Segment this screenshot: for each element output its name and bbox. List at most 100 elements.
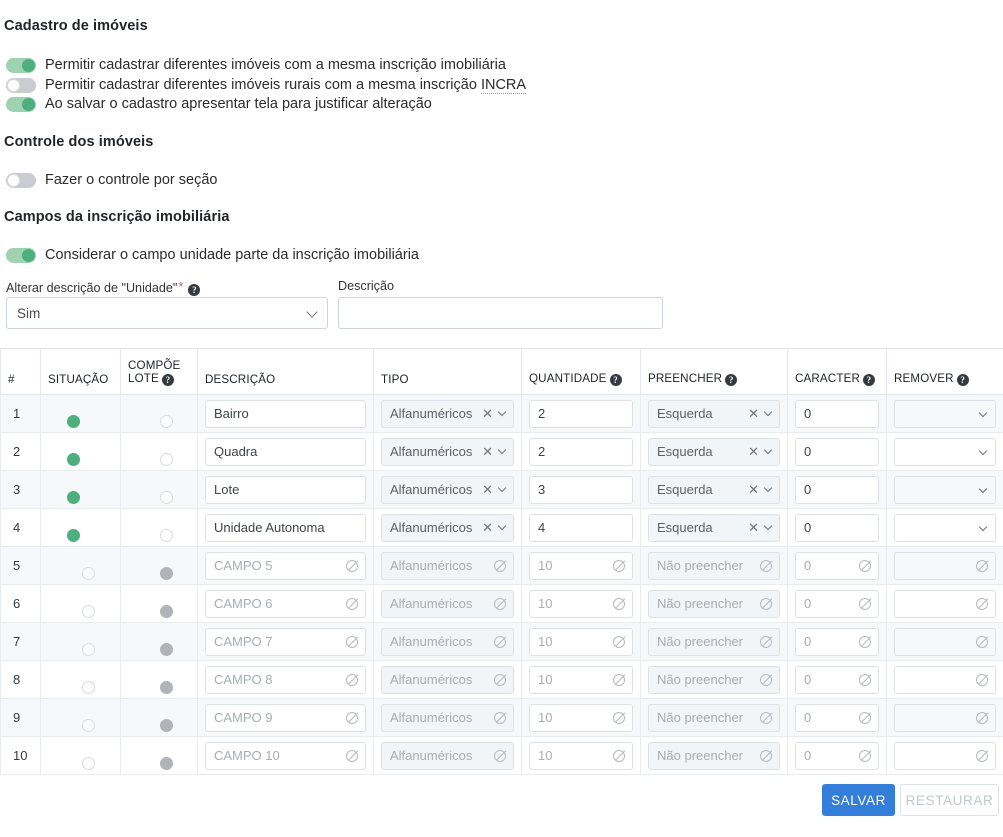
select-tipo-value-row-8: Alfanuméricos	[390, 672, 473, 687]
input-caracter-value-row-2: 0	[804, 444, 812, 459]
help-circle-icon-alterar-descricao[interactable]: ?	[188, 284, 201, 296]
input-descricao-row-1[interactable]: Bairro	[205, 399, 366, 428]
input-caracter-row-2[interactable]: 0	[795, 437, 879, 466]
clear-x-icon-preencher-row-2[interactable]: ✕	[748, 445, 759, 458]
select-tipo-row-3[interactable]: Alfanuméricos ✕	[381, 475, 514, 504]
select-preencher-value-row-7: Não preencher	[657, 634, 743, 649]
toggle-row-mesma-inscricao-imobiliaria[interactable]: Permitir cadastrar diferentes imóveis co…	[6, 57, 506, 73]
input-caracter-row-3[interactable]: 0	[795, 475, 879, 504]
table-row: 6 CAMPO 6 Alfanuméricos 10 Não preencher 0	[0, 584, 1003, 623]
select-preencher-row-1[interactable]: Esquerda ✕	[648, 399, 780, 428]
input-quantidade-row-4[interactable]: 4	[529, 513, 633, 542]
row-number: 2	[13, 444, 21, 459]
select-preencher-row-4[interactable]: Esquerda ✕	[648, 513, 780, 542]
help-circle-icon-preencher[interactable]: ?	[725, 374, 738, 386]
chevron-down-icon-tipo-row-3[interactable]	[497, 483, 507, 493]
not-allowed-icon	[613, 597, 625, 610]
clear-x-icon-tipo-row-2[interactable]: ✕	[482, 445, 493, 458]
select-tipo-row-2[interactable]: Alfanuméricos ✕	[381, 437, 514, 466]
input-quantidade-row-7: 10	[529, 627, 633, 656]
cell-caracter: 0	[787, 660, 887, 699]
th-remover: REMOVER?	[886, 348, 1003, 395]
chevron-down-icon-preencher-row-3[interactable]	[763, 483, 773, 493]
cell-compoe-lote	[120, 660, 198, 699]
th-quantidade: QUANTIDADE?	[521, 348, 641, 395]
cell-situacao	[40, 470, 121, 509]
cell-situacao	[40, 546, 121, 585]
select-remover-row-1[interactable]	[894, 399, 996, 428]
toggle-switch-justificar-alteracao[interactable]	[6, 96, 36, 112]
toggle-row-mesma-inscricao-incra[interactable]: Permitir cadastrar diferentes imóveis ru…	[6, 77, 527, 94]
form-actions: SALVAR RESTAURAR	[0, 784, 1003, 824]
help-circle-icon-caracter[interactable]: ?	[862, 374, 875, 386]
input-quantidade-value-row-4: 4	[538, 520, 546, 535]
chevron-down-icon-preencher-row-2[interactable]	[763, 445, 773, 455]
select-alterar-descricao[interactable]: Sim	[6, 297, 328, 329]
input-caracter-value-row-7: 0	[804, 634, 812, 649]
toggle-switch-controle-por-secao[interactable]	[6, 172, 36, 188]
toggle-switch-mesma-inscricao-imobiliaria[interactable]	[6, 57, 36, 73]
select-preencher-row-7: Não preencher	[648, 627, 780, 656]
chevron-down-icon-remover-row-1[interactable]	[978, 408, 988, 417]
not-allowed-icon	[613, 635, 625, 648]
select-remover-row-2[interactable]	[894, 437, 996, 466]
select-remover-row-7	[894, 627, 996, 656]
clear-x-icon-tipo-row-4[interactable]: ✕	[482, 521, 493, 534]
chevron-down-icon-tipo-row-4[interactable]	[497, 521, 507, 531]
cell-caracter: 0	[787, 394, 887, 433]
cell-compoe-lote	[120, 622, 198, 661]
table-row: 9 CAMPO 9 Alfanuméricos 10 Não preencher 0	[0, 698, 1003, 737]
cell-numero: 9	[0, 698, 41, 737]
input-quantidade-row-2[interactable]: 2	[529, 437, 633, 466]
input-descricao-row-3[interactable]: Lote	[205, 475, 366, 504]
input-caracter-value-row-4: 0	[804, 520, 812, 535]
clear-x-icon-tipo-row-1[interactable]: ✕	[482, 407, 493, 420]
chevron-down-icon-remover-row-2[interactable]	[978, 446, 988, 455]
chevron-down-icon-tipo-row-2[interactable]	[497, 445, 507, 455]
select-tipo-row-4[interactable]: Alfanuméricos ✕	[381, 513, 514, 542]
input-descricao-value-row-8: CAMPO 8	[214, 672, 273, 687]
select-preencher-row-8: Não preencher	[648, 665, 780, 694]
input-descricao-row-2[interactable]: Quadra	[205, 437, 366, 466]
th-tipo-label: TIPO	[381, 373, 409, 386]
clear-x-icon-tipo-row-3[interactable]: ✕	[482, 483, 493, 496]
save-button[interactable]: SALVAR	[822, 784, 895, 816]
not-allowed-icon	[976, 635, 988, 648]
help-circle-icon-compoe-lote[interactable]: ?	[161, 374, 174, 386]
chevron-down-icon-preencher-row-4[interactable]	[763, 521, 773, 531]
toggle-switch-unidade-parte-inscricao[interactable]	[6, 247, 36, 263]
select-tipo-row-1[interactable]: Alfanuméricos ✕	[381, 399, 514, 428]
clear-x-icon-preencher-row-1[interactable]: ✕	[748, 407, 759, 420]
select-preencher-row-2[interactable]: Esquerda ✕	[648, 437, 780, 466]
cell-compoe-lote	[120, 698, 198, 737]
input-caracter-row-1[interactable]: 0	[795, 399, 879, 428]
th-situacao: SITUAÇÃO	[40, 348, 121, 395]
help-circle-icon-remover[interactable]: ?	[956, 374, 969, 386]
input-descricao-value-row-4: Unidade Autonoma	[214, 520, 325, 535]
toggle-row-unidade-parte-inscricao[interactable]: Considerar o campo unidade parte da insc…	[6, 247, 419, 263]
clear-x-icon-preencher-row-3[interactable]: ✕	[748, 483, 759, 496]
clear-x-icon-preencher-row-4[interactable]: ✕	[748, 521, 759, 534]
input-caracter-value-row-9: 0	[804, 710, 812, 725]
cell-quantidade: 10	[521, 584, 641, 623]
restore-button[interactable]: RESTAURAR	[900, 784, 999, 816]
input-descricao[interactable]	[338, 297, 663, 329]
chevron-down-icon-tipo-row-1[interactable]	[497, 407, 507, 417]
chevron-down-icon-remover-row-3[interactable]	[978, 484, 988, 493]
input-descricao-value-row-3: Lote	[214, 482, 240, 497]
help-circle-icon-quantidade[interactable]: ?	[609, 374, 622, 386]
not-allowed-icon	[346, 635, 358, 648]
toggle-row-controle-por-secao[interactable]: Fazer o controle por seção	[6, 172, 217, 188]
input-quantidade-row-3[interactable]: 3	[529, 475, 633, 504]
input-quantidade-row-1[interactable]: 2	[529, 399, 633, 428]
chevron-down-icon-preencher-row-1[interactable]	[763, 407, 773, 417]
input-caracter-row-4[interactable]: 0	[795, 513, 879, 542]
toggle-row-justificar-alteracao[interactable]: Ao salvar o cadastro apresentar tela par…	[6, 96, 432, 112]
input-descricao-row-4[interactable]: Unidade Autonoma	[205, 513, 366, 542]
select-remover-row-4[interactable]	[894, 513, 996, 542]
toggle-switch-mesma-inscricao-incra[interactable]	[6, 77, 36, 93]
select-remover-row-3[interactable]	[894, 475, 996, 504]
select-preencher-row-3[interactable]: Esquerda ✕	[648, 475, 780, 504]
chevron-down-icon-remover-row-4[interactable]	[978, 522, 988, 531]
input-descricao-value-row-1: Bairro	[214, 406, 249, 421]
